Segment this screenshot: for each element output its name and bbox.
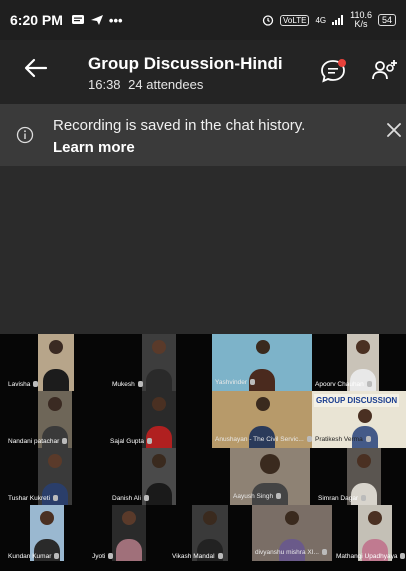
learn-more-link[interactable]: Learn more <box>53 139 135 156</box>
volte-badge: VoLTE <box>280 14 310 26</box>
mic-icon <box>361 495 367 502</box>
mic-icon <box>400 553 406 560</box>
participant-name: Sajal Gupta <box>110 438 152 445</box>
notification-icons: ••• <box>71 13 123 28</box>
grid-row: Lavisha Mukesh Yashvinder Apoorv Chauhan <box>0 334 406 391</box>
speed-unit: K/s <box>354 19 368 29</box>
battery-indicator: 54 <box>377 14 396 26</box>
participant-name: Mukesh <box>112 381 143 388</box>
participant-name: Aayush Singh <box>233 493 282 500</box>
send-icon <box>90 15 103 25</box>
attendee-count: 24 attendees <box>128 77 204 92</box>
participant-name: Apoorv Chauhan <box>315 381 372 388</box>
participant-name: Anushayan - The Civil Servic... <box>215 436 312 443</box>
mic-icon <box>33 381 39 388</box>
grid-row: Tushar Kukreti Danish Ali Aayush Singh S… <box>0 448 406 505</box>
group-discussion-board: GROUP DISCUSSION <box>314 394 400 407</box>
recording-banner: Recording is saved in the chat history. … <box>0 104 406 166</box>
meeting-stage <box>0 166 406 334</box>
participant-name: Lavisha <box>8 381 39 388</box>
close-banner-button[interactable] <box>383 119 405 141</box>
network-type: 4G <box>315 15 327 25</box>
grid-row: Kundan Kumar Jyoti Vikash Mandal divyans… <box>0 505 406 571</box>
grid-row: Nandani patachar Sajal Gupta Anushayan -… <box>0 391 406 448</box>
info-icon <box>16 126 34 144</box>
participant-name: divyanshu mishra XI... <box>255 549 327 556</box>
mic-icon <box>137 381 143 388</box>
mic-icon <box>365 436 371 443</box>
participant-name: Simran Dagar <box>318 495 367 502</box>
alarm-icon <box>262 15 274 26</box>
mic-icon <box>108 553 114 560</box>
mic-icon <box>62 438 68 445</box>
participant-name: Pratikesh Verma <box>315 436 371 443</box>
participant-tile[interactable]: divyanshu mishra XI... <box>252 505 332 561</box>
status-bar: 6:20 PM ••• VoLTE 4G 110.6 K/s 54 <box>0 0 406 40</box>
participant-tile[interactable]: Aayush Singh <box>230 448 310 505</box>
participant-grid: Lavisha Mukesh Yashvinder Apoorv Chauhan… <box>0 334 406 571</box>
participant-name: Vikash Mandal <box>172 553 223 560</box>
participant-name: Danish Ali <box>112 495 149 502</box>
banner-message: Recording is saved in the chat history. <box>53 117 306 134</box>
participant-name: Mathangi Upadhyaya <box>336 553 406 560</box>
meeting-duration: 16:38 <box>88 77 121 92</box>
message-icon <box>71 15 84 24</box>
signal-icon <box>332 15 344 25</box>
participant-tile[interactable] <box>142 334 176 391</box>
participant-name: Jyoti <box>92 553 114 560</box>
participants-button[interactable] <box>370 55 402 87</box>
mic-icon <box>143 495 149 502</box>
meeting-header: Group Discussion-Hindi 16:38 24 attendee… <box>0 40 406 104</box>
status-left: 6:20 PM ••• <box>10 12 123 28</box>
clock: 6:20 PM <box>10 12 63 28</box>
mic-icon <box>276 493 282 500</box>
participant-tile[interactable]: GROUP DISCUSSION Pratikesh Verma <box>312 391 406 448</box>
participant-tile[interactable] <box>38 334 74 391</box>
meeting-subtitle: 16:38 24 attendees <box>88 77 203 92</box>
mic-icon <box>53 495 59 502</box>
participant-name: Kundan Kumar <box>8 553 60 560</box>
close-icon <box>387 123 401 137</box>
mic-icon <box>250 379 256 386</box>
mic-icon <box>306 436 312 443</box>
mic-icon <box>54 553 60 560</box>
more-notifications: ••• <box>108 12 123 28</box>
chat-button[interactable] <box>318 56 348 86</box>
chat-icon <box>321 59 346 83</box>
participant-tile[interactable]: Anushayan - The Civil Servic... <box>212 391 312 448</box>
participant-name: Tushar Kukreti <box>8 495 59 502</box>
participant-tile[interactable] <box>112 505 146 561</box>
status-right: VoLTE 4G 110.6 K/s 54 <box>262 11 396 29</box>
network-speed: 110.6 K/s <box>350 11 372 29</box>
arrow-left-icon <box>24 58 48 78</box>
participant-tile[interactable]: Yashvinder <box>212 334 312 391</box>
mic-icon <box>146 438 152 445</box>
mic-icon <box>217 553 223 560</box>
participant-name: Nandani patachar <box>8 438 68 445</box>
participant-name: Yashvinder <box>215 379 256 386</box>
mic-icon <box>366 381 372 388</box>
unread-dot <box>338 59 346 67</box>
mic-icon <box>321 549 327 556</box>
meeting-title: Group Discussion-Hindi <box>88 54 283 73</box>
back-button[interactable] <box>22 54 50 82</box>
add-people-icon <box>372 60 397 80</box>
